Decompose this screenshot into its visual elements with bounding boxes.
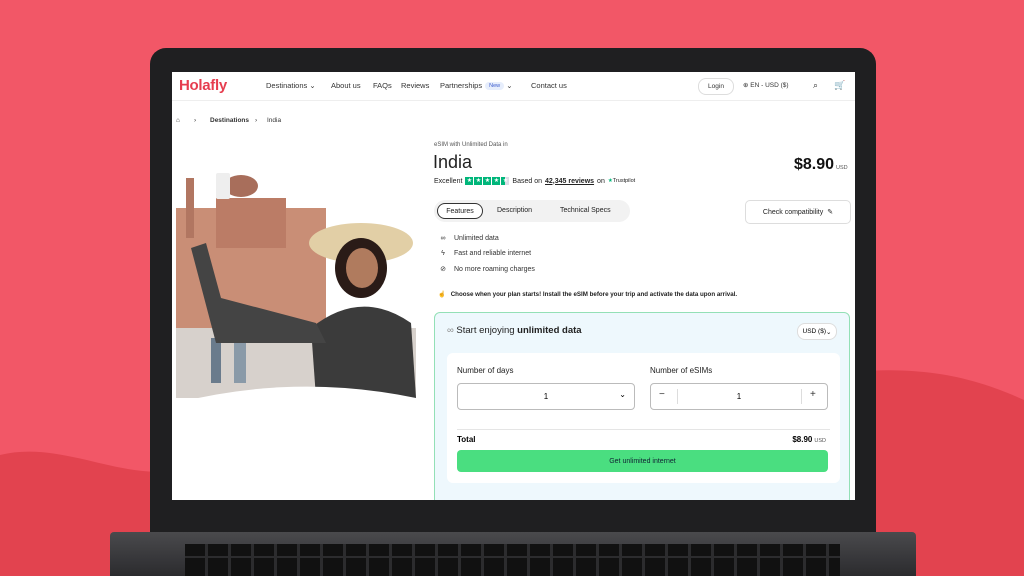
infinity-icon: ∞ (447, 325, 454, 336)
esims-value: 1 (736, 392, 742, 401)
tab-features[interactable]: Features (437, 203, 483, 219)
plan-card-heading: ∞ Start enjoying unlimited data (447, 325, 582, 336)
breadcrumb-separator-icon: › (255, 117, 258, 124)
no-roaming-icon: ⊘ (440, 266, 446, 273)
nav-faqs[interactable]: FAQs (373, 81, 392, 90)
days-select[interactable]: 1 ⌄ (457, 383, 635, 410)
product-price: $8.90 USD (794, 156, 848, 173)
login-button[interactable]: Login (698, 78, 734, 95)
plan-card: ∞ Start enjoying unlimited data USD ($) ⌄… (434, 312, 850, 500)
product-tabs: Features Description Technical Specs (434, 200, 630, 222)
feature-item: ⊘ No more roaming charges (438, 265, 535, 274)
reviews-link[interactable]: 42,345 reviews (545, 178, 594, 185)
feature-item: ϟ Fast and reliable internet (438, 250, 531, 257)
nav-partnerships[interactable]: Partnerships New ⌄ (440, 81, 513, 90)
reviews-suffix: on (597, 177, 605, 185)
nav-contact-us[interactable]: Contact us (531, 81, 567, 90)
star-half-icon: ★ (501, 177, 510, 185)
keyboard-row-divider (185, 556, 840, 558)
globe-icon: ⊕ (743, 82, 749, 89)
plan-note: ☝ Choose when your plan starts! Install t… (438, 290, 738, 299)
chevron-down-icon: ⌄ (619, 390, 626, 399)
star-icon: ★ (474, 177, 483, 185)
breadcrumb-current: India (267, 117, 282, 124)
language-currency-selector[interactable]: ⊕ EN - USD ($) (743, 81, 789, 89)
plan-config-panel: Number of days 1 ⌄ Number of eSIMs − 1 +… (447, 353, 840, 483)
esims-label: Number of eSIMs (650, 366, 713, 375)
esims-stepper[interactable]: − 1 + (650, 383, 828, 410)
trustpilot-stars: ★ ★ ★ ★ ★ (465, 177, 510, 185)
holafly-logo[interactable]: Holafly (179, 77, 227, 94)
minus-button[interactable]: − (659, 389, 665, 400)
reviews-prefix: Based on (512, 177, 542, 185)
star-icon: ★ (465, 177, 474, 185)
nav-about-us[interactable]: About us (331, 81, 361, 90)
browser-screen: Holafly Destinations ⌄ About us FAQs Rev… (172, 72, 855, 500)
stepper-divider (677, 389, 678, 404)
breadcrumb-separator-icon: › (194, 117, 197, 124)
infinity-icon: ∞ (440, 235, 446, 242)
total-price: $8.90 USD (792, 435, 826, 444)
currency-select[interactable]: USD ($) ⌄ (797, 323, 837, 340)
stepper-divider (801, 389, 802, 404)
check-compatibility-button[interactable]: Check compatibility ✎ (745, 200, 851, 224)
total-label: Total (457, 435, 476, 444)
keyboard (185, 544, 840, 576)
product-subtitle: eSIM with Unlimited Data in (434, 142, 508, 148)
home-icon[interactable]: ⌂ (176, 117, 180, 124)
star-icon: ★ (492, 177, 501, 185)
star-icon: ★ (483, 177, 492, 185)
edit-icon: ✎ (827, 209, 834, 216)
cart-icon[interactable]: 🛒 (834, 80, 845, 91)
tab-description[interactable]: Description (497, 207, 532, 214)
get-unlimited-internet-button[interactable]: Get unlimited internet (457, 450, 828, 472)
rating-text: Excellent (434, 177, 463, 185)
touch-icon: ☝ (438, 291, 446, 298)
chevron-down-icon: ⌄ (506, 81, 513, 90)
days-label: Number of days (457, 366, 514, 375)
rating-row: Excellent ★ ★ ★ ★ ★ Based on 42,345 revi… (434, 177, 635, 185)
new-badge: New (485, 82, 505, 90)
search-icon[interactable]: ⌕ (813, 80, 818, 91)
nav-destinations[interactable]: Destinations ⌄ (266, 81, 316, 90)
plus-button[interactable]: + (810, 389, 816, 400)
divider (457, 429, 830, 430)
lightning-icon: ϟ (441, 250, 445, 257)
top-navigation: Holafly Destinations ⌄ About us FAQs Rev… (172, 72, 855, 101)
hero-photo (176, 138, 416, 428)
nav-reviews[interactable]: Reviews (401, 81, 429, 90)
tab-technical-specs[interactable]: Technical Specs (560, 207, 611, 214)
product-title: India (433, 152, 473, 172)
breadcrumb-destinations[interactable]: Destinations (210, 117, 249, 124)
trustpilot-logo: ★Trustpilot (607, 178, 636, 184)
feature-item: ∞ Unlimited data (438, 235, 499, 242)
chevron-down-icon: ⌄ (309, 81, 316, 90)
